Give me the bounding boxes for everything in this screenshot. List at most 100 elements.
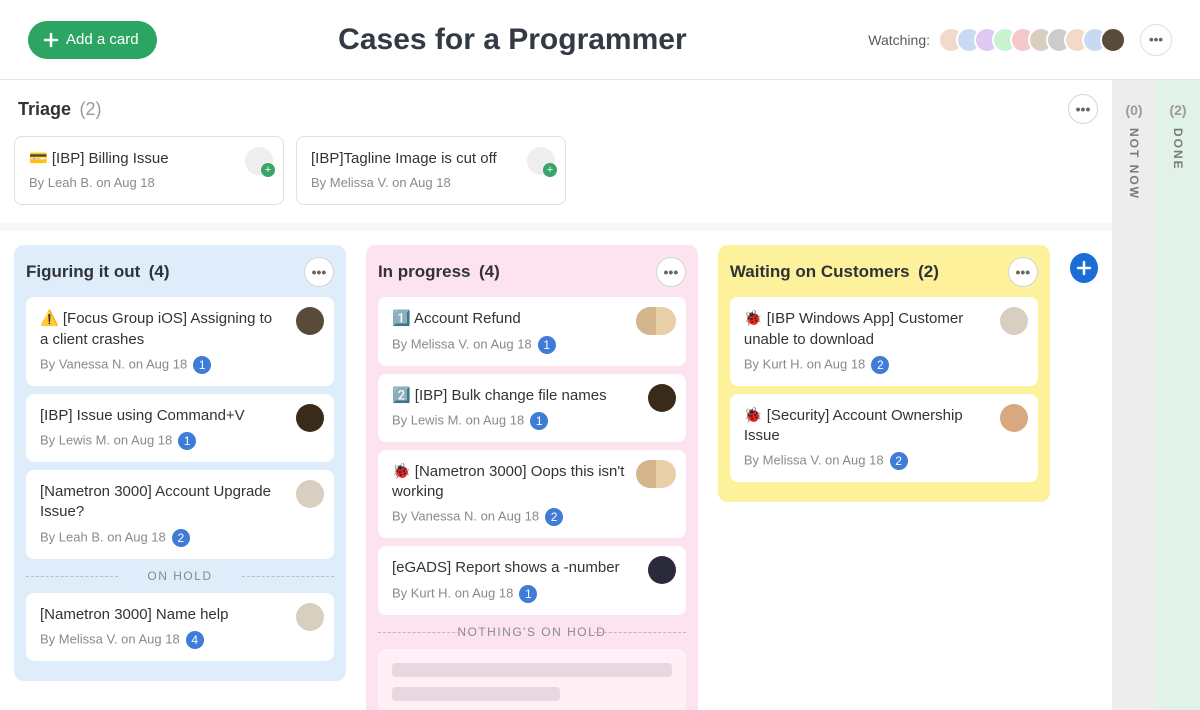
column-header: In progress (4) ••• [378, 257, 686, 287]
card-meta: By Kurt H. on Aug 182 [744, 356, 1024, 374]
rail-count: (2) [1169, 102, 1186, 118]
comment-badge: 4 [186, 631, 204, 649]
plus-icon: + [261, 163, 275, 177]
column-header: Figuring it out (4) ••• [26, 257, 334, 287]
card[interactable]: 🐞 [IBP Windows App] Customer unable to d… [730, 297, 1038, 386]
card-title: 🐞 [IBP Windows App] Customer unable to d… [744, 309, 1024, 350]
assignee-avatar[interactable] [296, 404, 324, 432]
comment-badge: 1 [178, 432, 196, 450]
assignee-avatar[interactable] [636, 460, 676, 488]
card-title: [eGADS] Report shows a -number [392, 558, 672, 578]
card-title: 🐞 [Security] Account Ownership Issue [744, 406, 1024, 447]
card[interactable]: [Nametron 3000] Name help By Melissa V. … [26, 593, 334, 661]
card-title: [Nametron 3000] Account Upgrade Issue? [40, 482, 320, 523]
triage-cards-row: 💳 [IBP] Billing Issue By Leah B. on Aug … [14, 136, 1098, 205]
column-count: (4) [479, 262, 500, 281]
assignee-avatar[interactable] [636, 307, 676, 335]
avatar[interactable] [1100, 27, 1126, 53]
on-hold-divider: ON HOLD [26, 569, 334, 583]
rail-done[interactable]: (2) DONE [1156, 80, 1200, 710]
card-meta: By Melissa V. on Aug 182 [744, 452, 1024, 470]
triage-card[interactable]: 💳 [IBP] Billing Issue By Leah B. on Aug … [14, 136, 284, 205]
plus-icon [1076, 260, 1092, 276]
card[interactable]: [IBP] Issue using Command+V By Lewis M. … [26, 394, 334, 462]
comment-badge: 2 [890, 452, 908, 470]
column-figuring-it-out: Figuring it out (4) ••• ⚠️ [Focus Group … [14, 245, 346, 681]
column-header: Waiting on Customers (2) ••• [730, 257, 1038, 287]
assignee-avatar[interactable] [296, 603, 324, 631]
comment-badge: 2 [545, 508, 563, 526]
card-meta: By Lewis M. on Aug 181 [40, 432, 320, 450]
triage-header: Triage (2) ••• [14, 94, 1098, 124]
assignee-avatar[interactable] [1000, 404, 1028, 432]
column-more-button[interactable]: ••• [304, 257, 334, 287]
card-meta: By Vanessa N. on Aug 182 [392, 508, 672, 526]
assignee-avatar[interactable] [296, 307, 324, 335]
header-more-button[interactable]: ••• [1140, 24, 1172, 56]
column-title: In progress [378, 262, 471, 281]
card-meta: By Leah B. on Aug 18 [29, 175, 269, 190]
columns-row: Figuring it out (4) ••• ⚠️ [Focus Group … [0, 231, 1112, 710]
plus-icon: + [543, 163, 557, 177]
triage-section: Triage (2) ••• 💳 [IBP] Billing Issue By … [0, 80, 1112, 231]
card-meta: By Lewis M. on Aug 181 [392, 412, 672, 430]
card-title: 🐞 [Nametron 3000] Oops this isn't workin… [392, 462, 672, 503]
rail-count: (0) [1125, 102, 1142, 118]
card-meta: By Melissa V. on Aug 184 [40, 631, 320, 649]
header-bar: Add a card Cases for a Programmer Watchi… [0, 0, 1200, 80]
header-right: Watching: ••• [868, 24, 1172, 56]
card-meta: By Melissa V. on Aug 181 [392, 336, 672, 354]
rail-not-now[interactable]: (0) NOT NOW [1112, 80, 1156, 710]
hold-placeholder [378, 649, 686, 710]
plus-icon [42, 31, 60, 49]
card[interactable]: [Nametron 3000] Account Upgrade Issue? B… [26, 470, 334, 559]
add-card-button[interactable]: Add a card [28, 21, 157, 59]
column-count: (2) [918, 262, 939, 281]
placeholder-line [392, 663, 672, 677]
rail-label: NOT NOW [1127, 128, 1141, 200]
card[interactable]: 🐞 [Security] Account Ownership Issue By … [730, 394, 1038, 483]
card[interactable]: ⚠️ [Focus Group iOS] Assigning to a clie… [26, 297, 334, 386]
add-card-label: Add a card [66, 31, 139, 48]
comment-badge: 1 [530, 412, 548, 430]
column-title: Waiting on Customers [730, 262, 910, 281]
column-more-button[interactable]: ••• [656, 257, 686, 287]
nothing-on-hold-divider: NOTHING'S ON HOLD [378, 625, 686, 639]
card[interactable]: 1️⃣ Account Refund By Melissa V. on Aug … [378, 297, 686, 365]
card-title: 💳 [IBP] Billing Issue [29, 149, 269, 169]
card-title: [IBP]Tagline Image is cut off [311, 149, 551, 169]
column-title: Figuring it out [26, 262, 140, 281]
card-title: ⚠️ [Focus Group iOS] Assigning to a clie… [40, 309, 320, 350]
comment-badge: 1 [193, 356, 211, 374]
watchers-avatars[interactable] [938, 27, 1126, 53]
page-title: Cases for a Programmer [157, 23, 869, 57]
assignee-avatar[interactable] [648, 556, 676, 584]
column-more-button[interactable]: ••• [1008, 257, 1038, 287]
add-column-button[interactable] [1070, 253, 1098, 283]
card-meta: By Melissa V. on Aug 18 [311, 175, 551, 190]
assignee-avatar[interactable] [1000, 307, 1028, 335]
card-meta: By Vanessa N. on Aug 181 [40, 356, 320, 374]
card[interactable]: 2️⃣ [IBP] Bulk change file names By Lewi… [378, 374, 686, 442]
assign-button[interactable]: + [245, 147, 273, 175]
main-content: Triage (2) ••• 💳 [IBP] Billing Issue By … [0, 80, 1112, 710]
card-title: 1️⃣ Account Refund [392, 309, 672, 329]
card[interactable]: [eGADS] Report shows a -number By Kurt H… [378, 546, 686, 614]
assign-button[interactable]: + [527, 147, 555, 175]
watching-label: Watching: [868, 32, 930, 48]
card[interactable]: 🐞 [Nametron 3000] Oops this isn't workin… [378, 450, 686, 539]
card-title: [Nametron 3000] Name help [40, 605, 320, 625]
triage-more-button[interactable]: ••• [1068, 94, 1098, 124]
comment-badge: 2 [172, 529, 190, 547]
assignee-avatar[interactable] [296, 480, 324, 508]
comment-badge: 1 [519, 585, 537, 603]
triage-title: Triage [18, 99, 71, 119]
triage-card[interactable]: [IBP]Tagline Image is cut off By Melissa… [296, 136, 566, 205]
placeholder-line [392, 687, 560, 701]
assignee-avatar[interactable] [648, 384, 676, 412]
board-body: Triage (2) ••• 💳 [IBP] Billing Issue By … [0, 80, 1200, 710]
card-meta: By Leah B. on Aug 182 [40, 529, 320, 547]
comment-badge: 1 [538, 336, 556, 354]
rail-label: DONE [1171, 128, 1185, 171]
comment-badge: 2 [871, 356, 889, 374]
